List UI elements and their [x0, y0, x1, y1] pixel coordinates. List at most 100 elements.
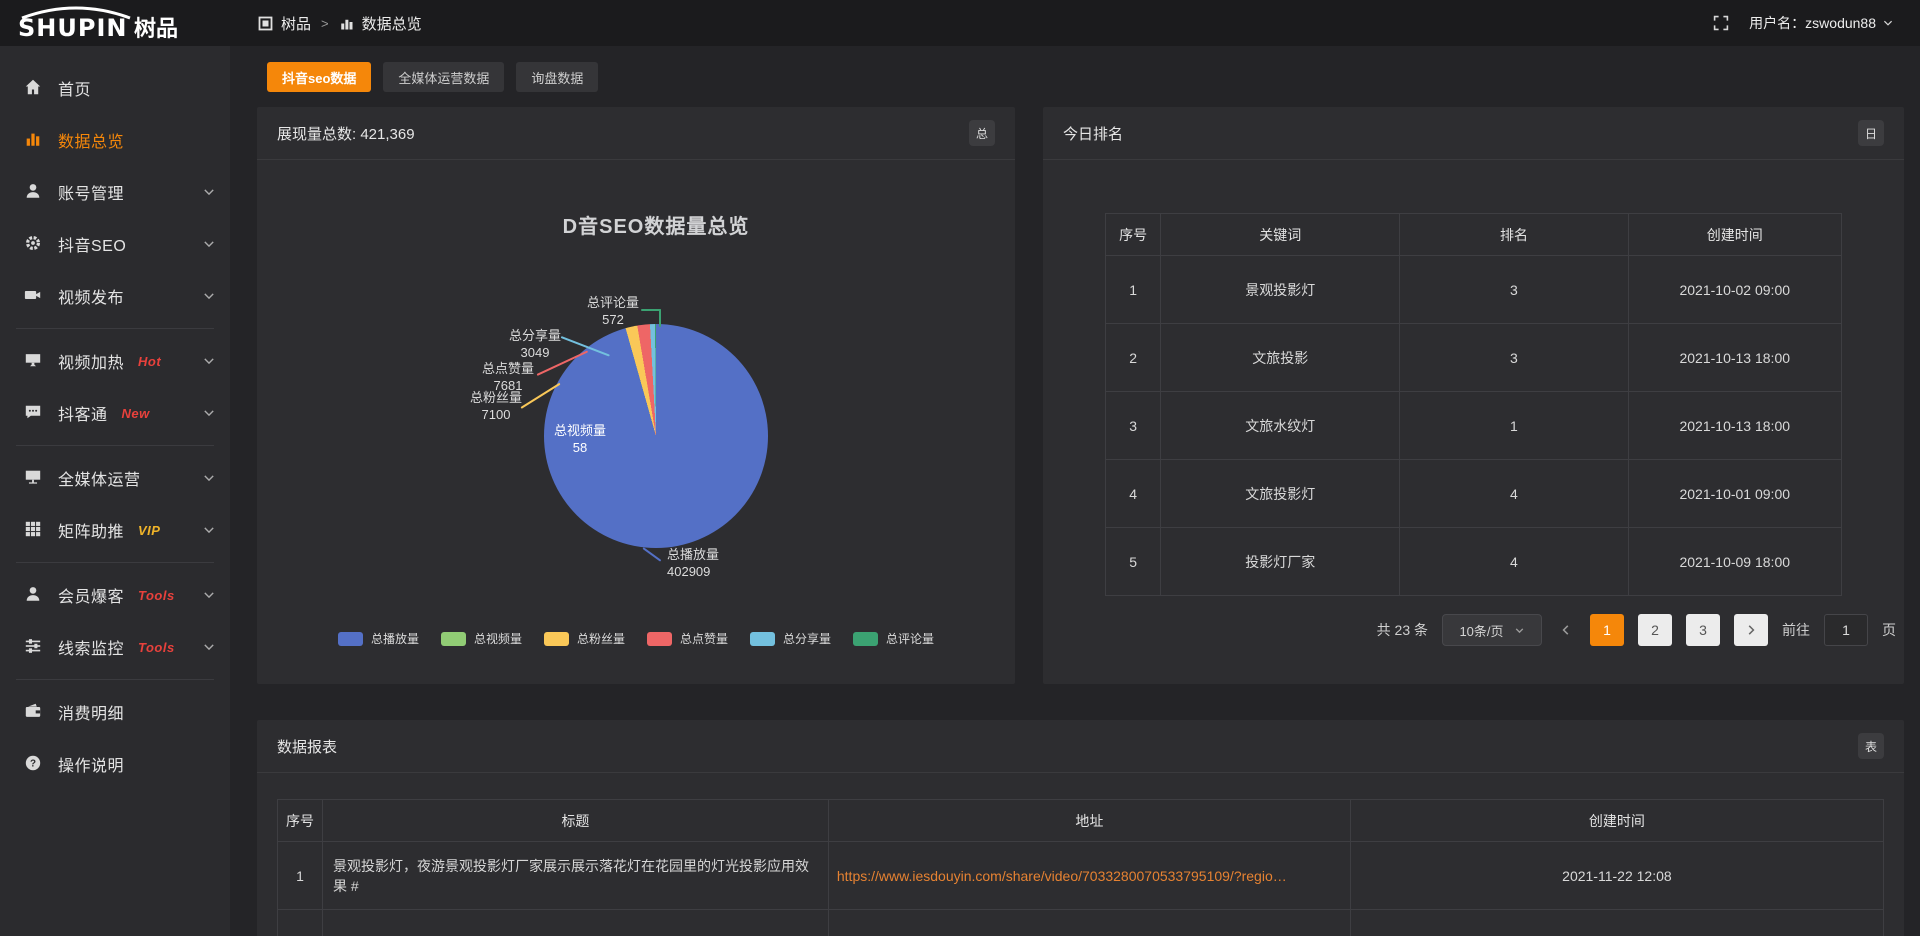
sidebar-item-instructions[interactable]: ? 操作说明	[0, 738, 230, 790]
sidebar-item-label: 线索监控	[58, 635, 124, 659]
video-link[interactable]: https://www.iesdouyin.com/share/video/70…	[837, 868, 1287, 884]
legend-swatch	[750, 632, 775, 646]
sidebar-item-video-heat[interactable]: 视频加热Hot	[0, 335, 230, 387]
table-row: 4文旅投影灯42021-10-01 09:00	[1106, 460, 1842, 528]
sidebar-item-consumption-detail[interactable]: 消费明细	[0, 686, 230, 738]
table-row: 2文旅投影32021-10-13 18:00	[1106, 324, 1842, 392]
table-cell: 2	[1106, 324, 1161, 392]
sidebar-item-data-overview[interactable]: 数据总览	[0, 114, 230, 166]
legend-swatch	[853, 632, 878, 646]
legend-item[interactable]: 总点赞量	[647, 630, 728, 647]
sidebar-item-label: 矩阵助推	[58, 518, 124, 542]
legend-swatch	[441, 632, 466, 646]
svg-text:树品: 树品	[134, 16, 178, 41]
sidebar-item-label: 视频发布	[58, 284, 124, 308]
sidebar-item-label: 抖音SEO	[58, 232, 126, 256]
grid-icon	[24, 520, 44, 540]
table-cell	[828, 910, 1350, 936]
wallet-icon	[24, 702, 44, 722]
rank-table: 序号关键词排名创建时间1景观投影灯32021-10-02 09:002文旅投影3…	[1105, 213, 1842, 596]
page-buttons: 123	[1590, 614, 1720, 646]
table-cell: 文旅投影	[1161, 324, 1400, 392]
tab-1[interactable]: 全媒体运营数据	[383, 62, 504, 92]
table-cell: 3	[1106, 392, 1161, 460]
page-button-3[interactable]: 3	[1686, 614, 1720, 646]
pie-label-comments: 总评论量572	[573, 294, 653, 328]
fullscreen-icon[interactable]	[1713, 15, 1729, 31]
total-badge-button[interactable]: 总	[969, 120, 995, 146]
chevron-down-icon	[202, 640, 216, 654]
breadcrumb-root[interactable]: 树品	[281, 13, 311, 34]
column-header: 创建时间	[1628, 214, 1841, 256]
sidebar-item-account-manage[interactable]: 账号管理	[0, 166, 230, 218]
legend-item[interactable]: 总评论量	[853, 630, 934, 647]
legend-item[interactable]: 总播放量	[338, 630, 419, 647]
today-rank-panel: 今日排名 日 序号关键词排名创建时间1景观投影灯32021-10-02 09:0…	[1043, 107, 1904, 684]
sidebar-divider	[16, 445, 214, 446]
user-icon	[24, 585, 44, 605]
legend-item[interactable]: 总分享量	[750, 630, 831, 647]
tab-2[interactable]: 询盘数据	[516, 62, 598, 92]
chart-icon	[24, 130, 44, 150]
video-icon	[24, 286, 44, 306]
legend-swatch	[647, 632, 672, 646]
impressions-total-label: 展现量总数: 421,369	[277, 123, 415, 144]
sidebar-item-douketong[interactable]: 抖客通New	[0, 387, 230, 439]
sidebar-divider	[16, 328, 214, 329]
sidebar-item-video-publish[interactable]: 视频发布	[0, 270, 230, 322]
sidebar-item-leads-monitor[interactable]: 线索监控Tools	[0, 621, 230, 673]
goto-page-input[interactable]	[1824, 614, 1868, 646]
table-cell	[278, 910, 323, 936]
page-size-select[interactable]: 10条/页	[1442, 614, 1542, 646]
question-icon: ?	[24, 754, 44, 774]
sidebar-item-douyin-seo[interactable]: 抖音SEO	[0, 218, 230, 270]
table-badge-button[interactable]: 表	[1858, 733, 1884, 759]
leader-line	[641, 309, 661, 311]
table-row: 1景观投影灯，夜游景观投影灯厂家展示展示落花灯在花园里的灯光投影应用效果 #ht…	[278, 842, 1884, 910]
sidebar-item-label: 操作说明	[58, 752, 124, 776]
table-row: 3文旅水纹灯12021-10-13 18:00	[1106, 392, 1842, 460]
app-logo: SHUPIN 树品	[0, 5, 230, 41]
page-button-2[interactable]: 2	[1638, 614, 1672, 646]
sidebar-item-member-tools[interactable]: 会员爆客Tools	[0, 569, 230, 621]
table-header-row: 序号标题地址创建时间	[278, 800, 1884, 842]
column-header: 排名	[1400, 214, 1628, 256]
table-cell: 3	[1400, 256, 1628, 324]
legend-item[interactable]: 总视频量	[441, 630, 522, 647]
sidebar-item-matrix-boost[interactable]: 矩阵助推 VIP	[0, 504, 230, 556]
table-cell: 2021-10-02 09:00	[1628, 256, 1841, 324]
legend-swatch	[338, 632, 363, 646]
page-button-1[interactable]: 1	[1590, 614, 1624, 646]
bar-chart-icon	[339, 16, 354, 31]
legend-label: 总点赞量	[680, 630, 728, 647]
table-cell: 1	[278, 842, 323, 910]
home-icon	[24, 78, 44, 98]
table-cell: 4	[1106, 460, 1161, 528]
user-menu[interactable]: 用户名：zswodun88	[1749, 13, 1894, 33]
url-cell: https://www.iesdouyin.com/share/video/70…	[828, 842, 1350, 910]
chart-title: D音SEO数据量总览	[556, 210, 756, 239]
table-cell: 2021-11-22 12:08	[1350, 842, 1883, 910]
badge-vip: VIP	[138, 523, 160, 538]
table-cell: 5	[1106, 528, 1161, 596]
badge-new: New	[122, 406, 150, 421]
leader-line	[659, 309, 661, 327]
rank-panel-title: 今日排名	[1063, 123, 1123, 144]
day-badge-button[interactable]: 日	[1858, 120, 1884, 146]
seo-data-panel: 展现量总数: 421,369 总 D音SEO数据量总览 总评论量572 总分享量…	[257, 107, 1015, 684]
chevron-down-icon	[202, 185, 216, 199]
legend-swatch	[544, 632, 569, 646]
table-cell: 1	[1106, 256, 1161, 324]
user-icon	[24, 182, 44, 202]
column-header: 序号	[1106, 214, 1161, 256]
sidebar-item-label: 消费明细	[58, 700, 124, 724]
tab-0[interactable]: 抖音seo数据	[267, 62, 371, 92]
column-header: 地址	[828, 800, 1350, 842]
sidebar-item-home[interactable]: 首页	[0, 62, 230, 114]
chevron-down-icon	[1514, 625, 1525, 636]
next-page-button[interactable]	[1734, 614, 1768, 646]
pie-label-shares: 总分享量3049	[495, 327, 575, 361]
prev-page-button[interactable]	[1556, 623, 1576, 637]
sidebar-item-media-ops[interactable]: 全媒体运营	[0, 452, 230, 504]
legend-item[interactable]: 总粉丝量	[544, 630, 625, 647]
